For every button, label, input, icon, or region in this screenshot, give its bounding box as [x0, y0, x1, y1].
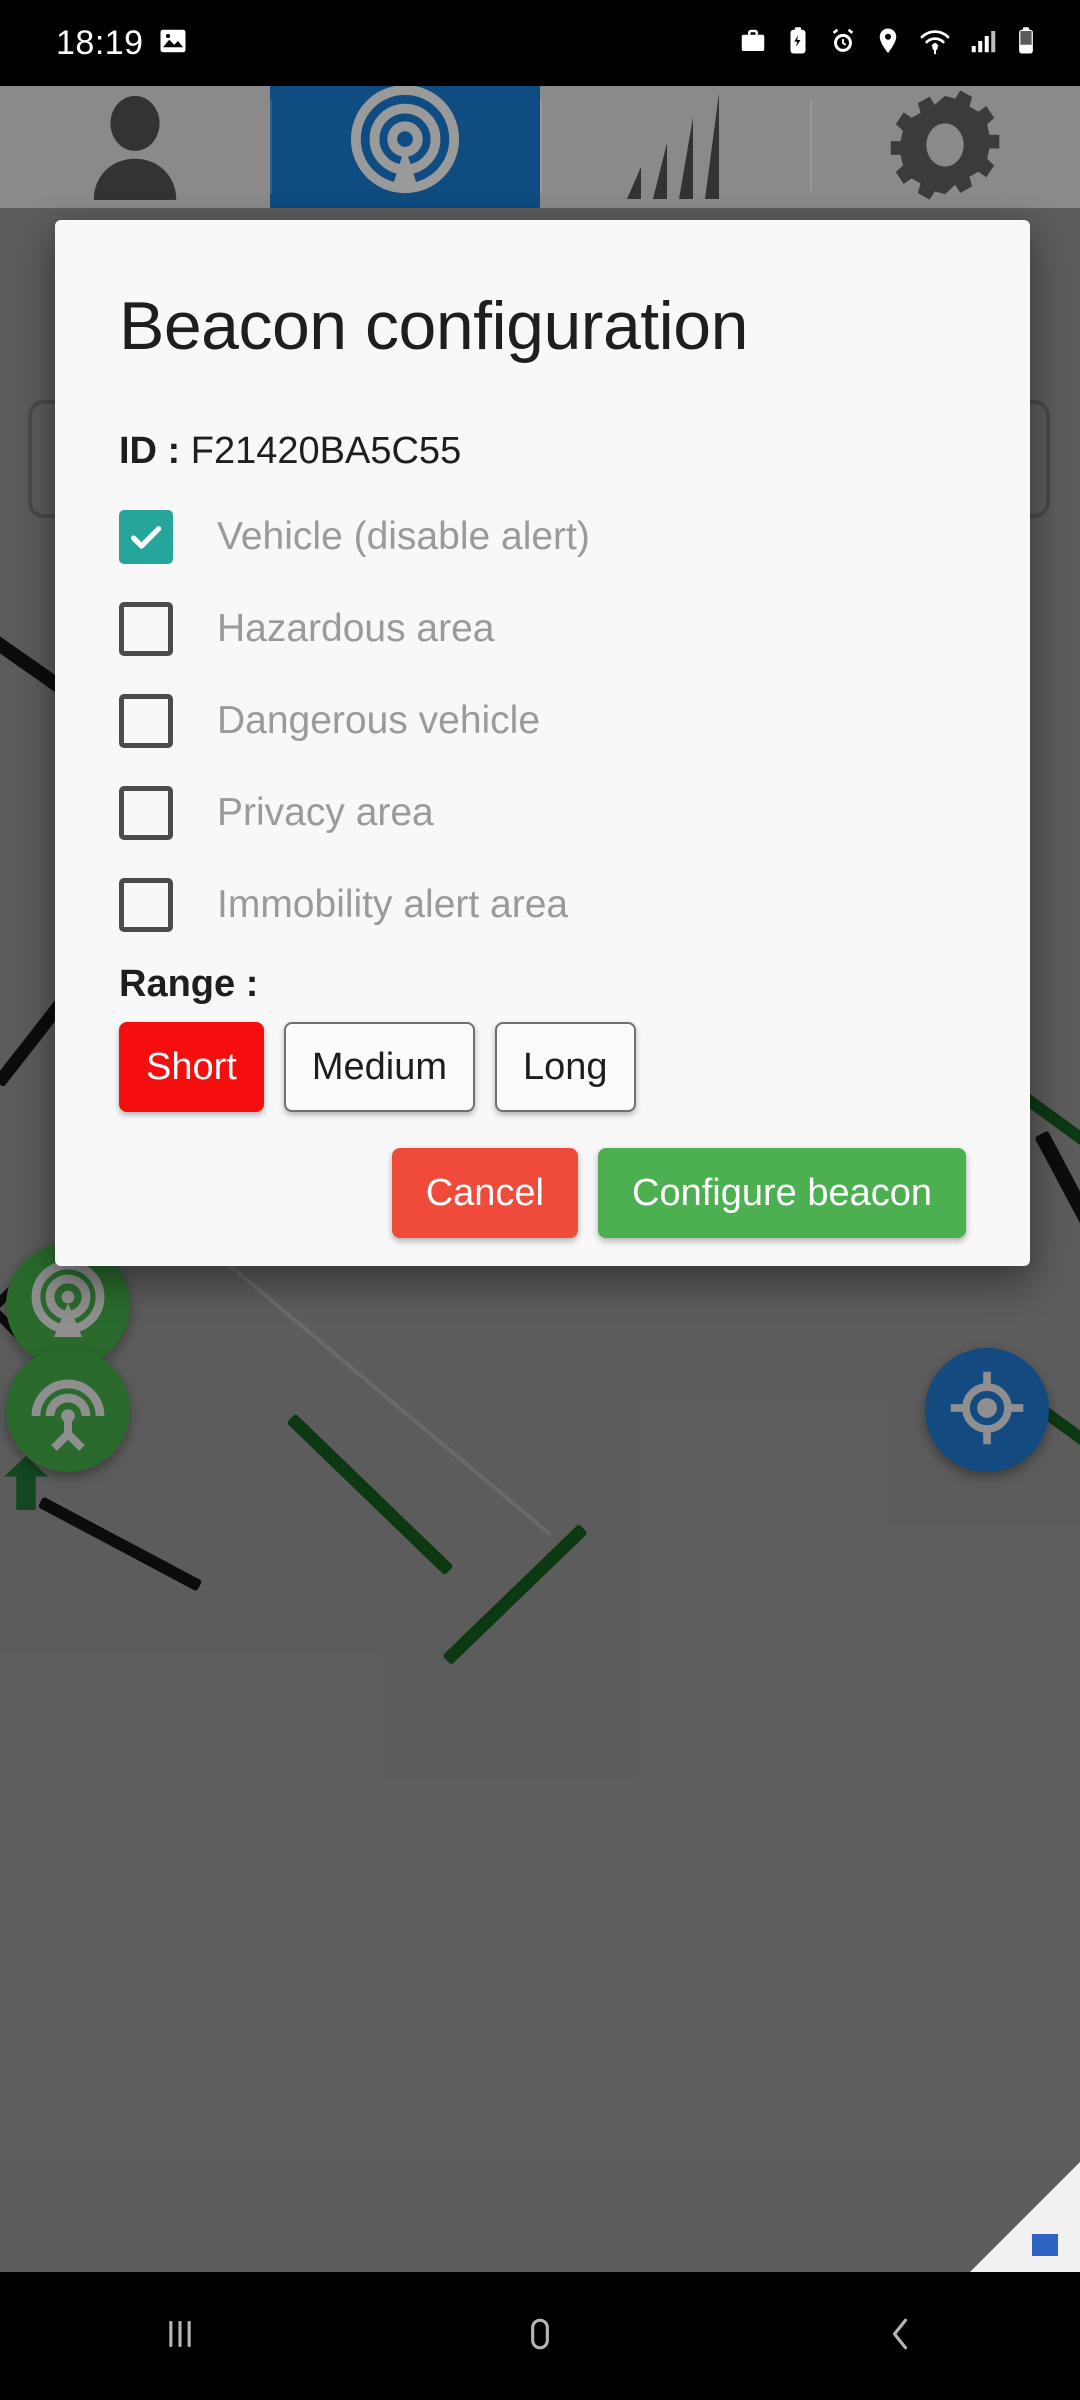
top-tab-bar: [0, 84, 1080, 209]
range-label: Range :: [119, 963, 259, 1005]
cancel-button[interactable]: Cancel: [391, 1148, 578, 1238]
checkbox-dangerous-vehicle[interactable]: [119, 694, 173, 748]
checkbox-row-dangerous-vehicle[interactable]: Dangerous vehicle: [119, 675, 966, 767]
range-option-medium[interactable]: Medium: [283, 1022, 475, 1112]
beacon-tab[interactable]: [270, 84, 540, 209]
location-icon: [874, 26, 902, 61]
gear-icon: [886, 89, 1004, 206]
recents-icon: [158, 2312, 202, 2361]
beacon-configuration-dialog: Beacon configuration ID : F21420BA5C55 V…: [55, 220, 1030, 1266]
map-corner-square: [1032, 2234, 1058, 2256]
crosshair-icon: [945, 1366, 1029, 1455]
alarm-icon: [828, 26, 858, 61]
battery-icon: [1014, 26, 1038, 61]
battery-saver-icon: [784, 26, 812, 61]
status-bar-right: [738, 26, 1038, 61]
antenna-icon: [24, 1364, 112, 1457]
checkbox-vehicle[interactable]: [119, 510, 173, 564]
signal-tab[interactable]: [540, 86, 810, 208]
checkbox-label-privacy-area: Privacy area: [217, 791, 434, 834]
phone-screen: 18:19 Beacon configuration ID: F21420BA…: [0, 0, 1080, 2400]
home-icon: [518, 2312, 562, 2361]
status-bar: 18:19: [0, 0, 1080, 86]
image-icon: [158, 26, 188, 61]
checkbox-label-dangerous-vehicle: Dangerous vehicle: [217, 699, 541, 742]
checkbox-row-privacy-area[interactable]: Privacy area: [119, 767, 966, 859]
home-button[interactable]: [360, 2312, 720, 2361]
beacon-icon: [344, 84, 466, 209]
dialog-actions: Cancel Configure beacon: [55, 1112, 1030, 1238]
checkbox-label-hazardous-area: Hazardous area: [217, 607, 495, 650]
beacon-id-value: F21420BA5C55: [190, 430, 462, 472]
beacon-id-label: ID :: [119, 430, 181, 472]
checkbox-row-immobility-alert-area[interactable]: Immobility alert area: [119, 859, 966, 951]
signal-bars-icon: [619, 91, 731, 204]
beacon-id-line: ID : F21420BA5C55: [55, 360, 1030, 473]
broadcast-fab[interactable]: [6, 1348, 130, 1472]
my-location-fab[interactable]: [925, 1348, 1049, 1472]
checkbox-label-vehicle: Vehicle (disable alert): [217, 515, 590, 558]
back-button[interactable]: [720, 2312, 1080, 2361]
checkbox-immobility-alert-area[interactable]: [119, 878, 173, 932]
person-icon: [75, 90, 195, 205]
range-option-short[interactable]: Short: [119, 1022, 264, 1112]
briefcase-icon: [738, 26, 768, 61]
back-icon: [878, 2312, 922, 2361]
person-tab[interactable]: [0, 86, 270, 208]
status-bar-left: 18:19: [56, 24, 188, 63]
signal-icon: [968, 26, 998, 61]
beacon-icon: [24, 1259, 112, 1352]
configure-beacon-button[interactable]: Configure beacon: [598, 1148, 966, 1238]
recents-button[interactable]: [0, 2312, 360, 2361]
wifi-icon: [918, 26, 952, 61]
range-option-long[interactable]: Long: [494, 1022, 636, 1112]
range-option-group: Short Medium Long: [55, 1006, 1030, 1112]
checkbox-privacy-area[interactable]: [119, 786, 173, 840]
checkbox-label-immobility-alert-area: Immobility alert area: [217, 883, 569, 926]
settings-tab[interactable]: [810, 86, 1080, 208]
checkbox-row-hazardous-area[interactable]: Hazardous area: [119, 583, 966, 675]
dialog-title: Beacon configuration: [119, 288, 748, 364]
clock: 18:19: [56, 23, 144, 62]
check-icon: [130, 526, 162, 549]
checkbox-row-vehicle[interactable]: Vehicle (disable alert): [119, 491, 966, 583]
system-nav-bar: [0, 2272, 1080, 2400]
checkbox-hazardous-area[interactable]: [119, 602, 173, 656]
beacon-type-checkbox-list: Vehicle (disable alert) Hazardous area D…: [55, 473, 1030, 951]
